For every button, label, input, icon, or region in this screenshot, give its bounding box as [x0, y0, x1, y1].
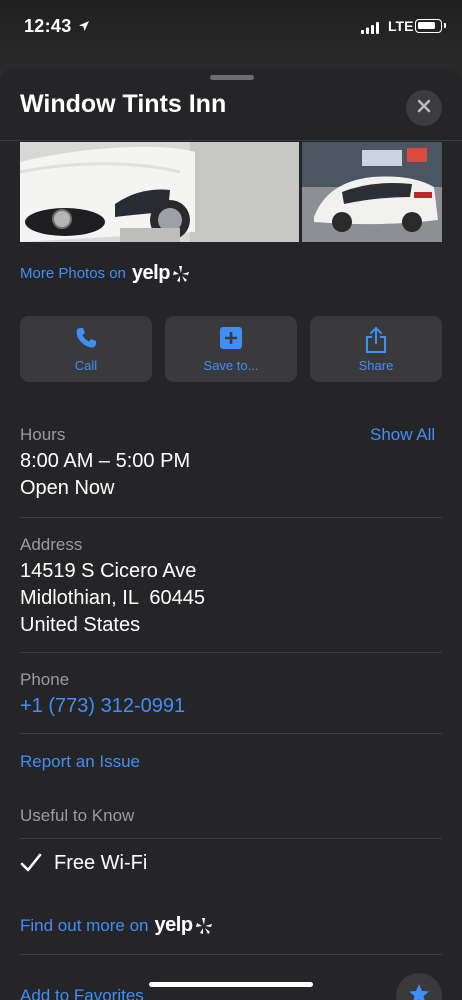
find-out-more-label: Find out more on [20, 915, 149, 935]
yelp-logo: yelp [155, 914, 213, 937]
signal-icon [361, 21, 381, 39]
place-title: Window Tints Inn [20, 90, 227, 118]
more-photos-label: More Photos on [20, 265, 126, 282]
address-label: Address [20, 535, 83, 554]
photo-car-front[interactable] [20, 142, 299, 242]
battery-icon [415, 19, 446, 33]
home-indicator[interactable] [149, 982, 313, 987]
useful-to-know-label: Useful to Know [20, 806, 135, 825]
address-line2[interactable]: Midlothian, IL 60445 [20, 587, 205, 610]
hours-time: 8:00 AM – 5:00 PM [20, 450, 191, 472]
yelp-logo: yelp [132, 262, 190, 285]
header-divider [0, 140, 462, 141]
share-icon [310, 326, 442, 353]
save-to-button[interactable]: Save to... [165, 316, 297, 382]
address-line3[interactable]: United States [20, 614, 140, 637]
photo-car-rear[interactable] [302, 142, 442, 242]
close-icon [417, 99, 431, 118]
open-status: Open Now [20, 477, 115, 499]
favorite-button[interactable] [396, 973, 442, 1000]
checkmark-icon [20, 852, 42, 879]
star-icon [408, 983, 430, 1000]
more-photos-link[interactable]: More Photos on yelp [20, 262, 190, 285]
share-label: Share [358, 358, 394, 373]
divider [20, 733, 442, 734]
hours-label: Hours [20, 425, 66, 444]
location-arrow-icon [78, 19, 90, 37]
status-time: 12:43 [24, 16, 72, 36]
phone-label: Phone [20, 670, 70, 689]
address-line1[interactable]: 14519 S Cicero Ave [20, 560, 196, 583]
divider [20, 517, 442, 518]
show-all-link[interactable]: Show All [370, 425, 435, 445]
phone-icon [20, 326, 152, 352]
place-card-sheet: Window Tints Inn More Photos on yelp Cal… [0, 68, 462, 1000]
save-to-label: Save to... [203, 358, 259, 373]
status-bar: 12:43 LTE [0, 0, 462, 56]
share-button[interactable]: Share [310, 316, 442, 382]
close-button[interactable] [406, 90, 442, 126]
find-out-more-link[interactable]: Find out more on yelp [20, 914, 213, 937]
sheet-grabber[interactable] [210, 75, 254, 80]
call-label: Call [74, 358, 98, 373]
phone-number-link[interactable]: +1 (773) 312-0991 [20, 695, 185, 718]
report-issue-link[interactable]: Report an Issue [20, 752, 140, 772]
divider [20, 954, 442, 955]
free-wifi-item: Free Wi-Fi [54, 852, 148, 874]
divider [20, 838, 442, 839]
network-type: LTE [388, 18, 414, 34]
divider [20, 652, 442, 653]
plus-square-icon [165, 326, 297, 352]
action-buttons: Call Save to... Share [20, 316, 442, 382]
call-button[interactable]: Call [20, 316, 152, 382]
add-to-favorites-link[interactable]: Add to Favorites [20, 986, 144, 1000]
